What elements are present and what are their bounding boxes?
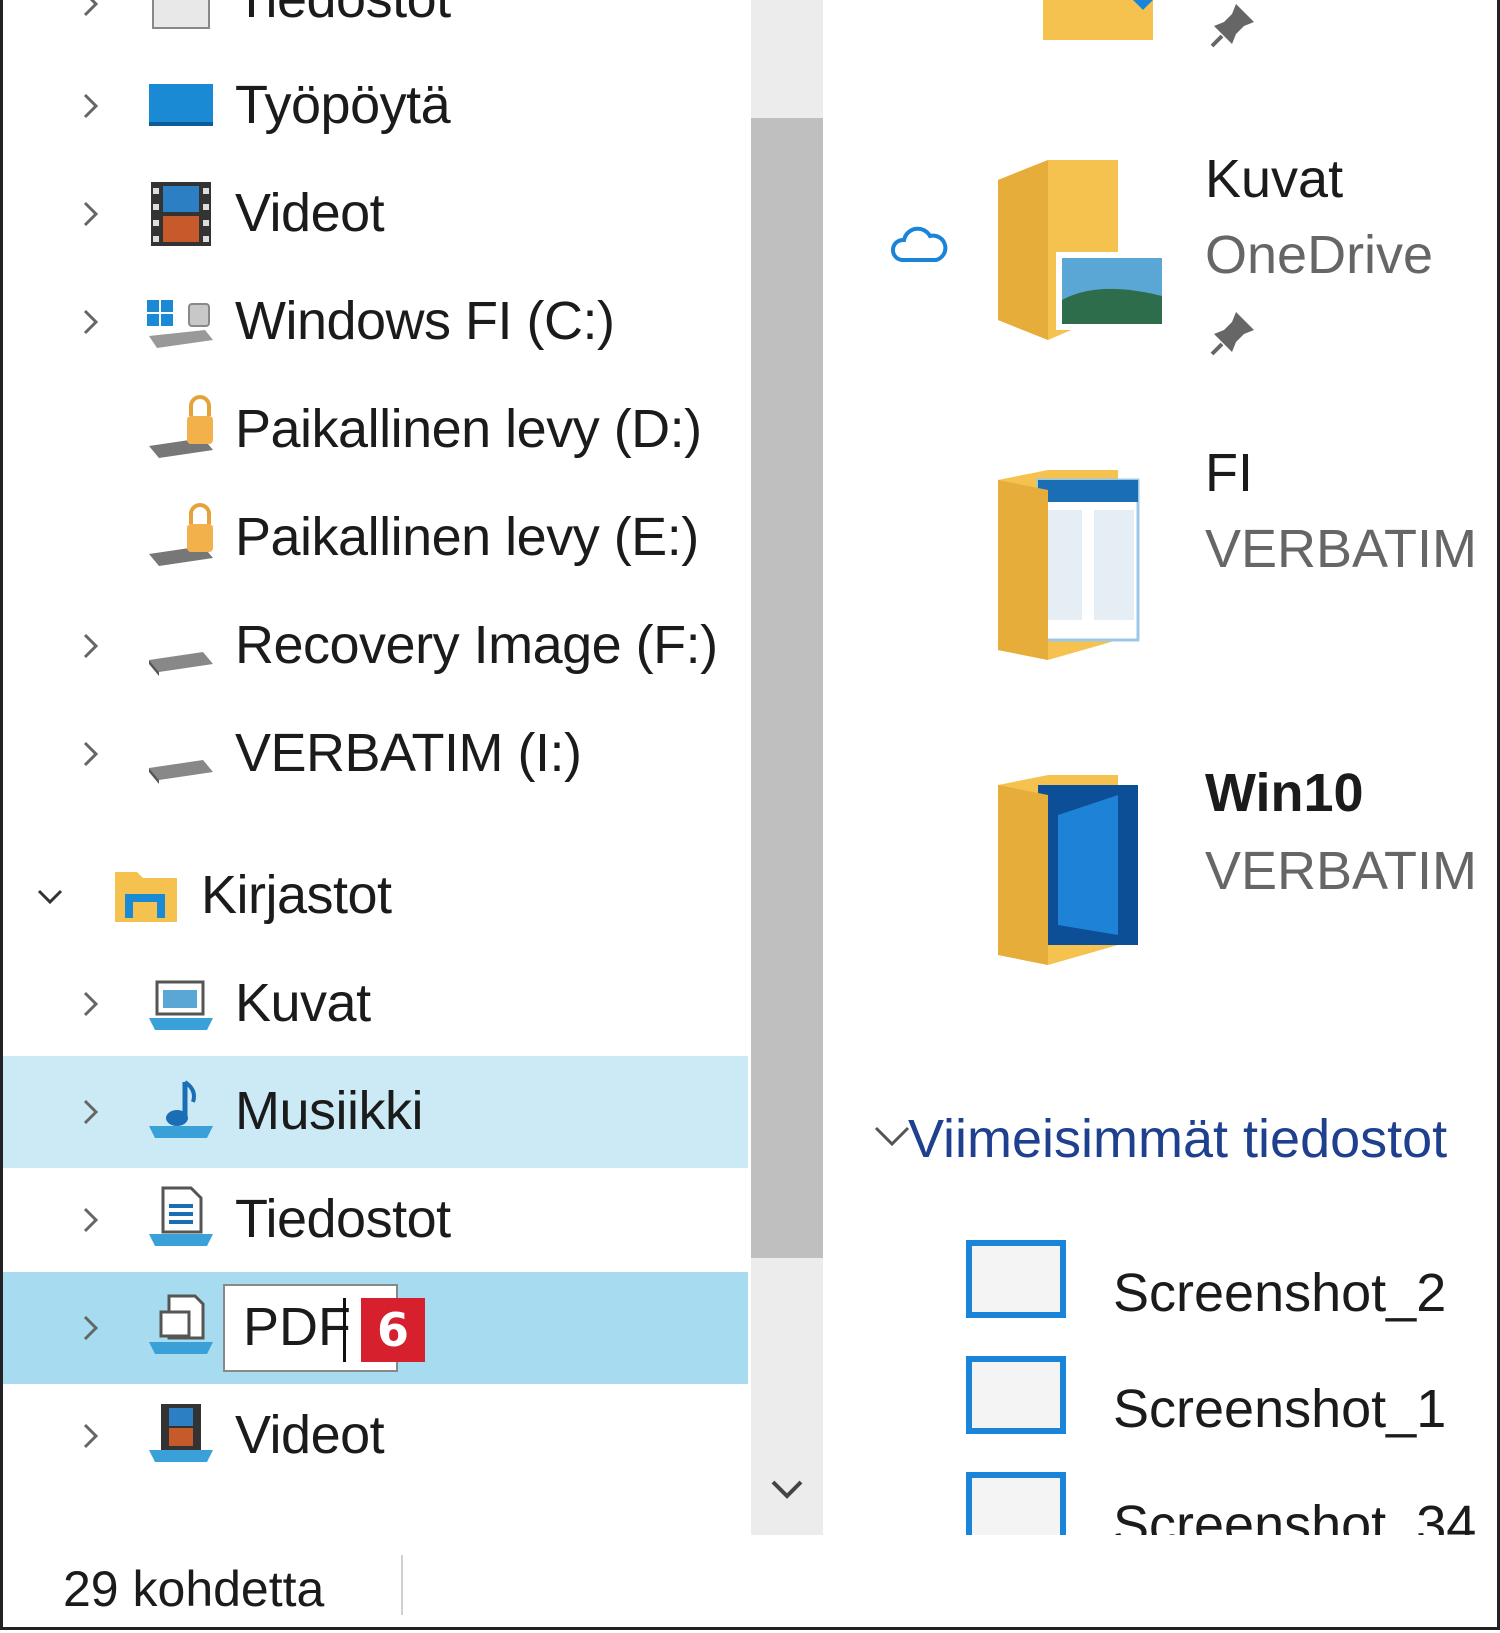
scroll-down-arrow-icon[interactable] bbox=[767, 1470, 807, 1510]
documents-folder-icon bbox=[152, 0, 210, 29]
nav-item-drive-c[interactable]: Windows FI (C:) bbox=[3, 266, 748, 378]
chevron-right-icon[interactable] bbox=[75, 1313, 105, 1343]
step-badge: 6 bbox=[361, 1298, 425, 1362]
pictures-folder-icon bbox=[998, 160, 1168, 340]
chevron-right-icon[interactable] bbox=[75, 989, 105, 1019]
nav-item-videos[interactable]: Videot bbox=[3, 158, 748, 270]
tile-subtitle: OneDrive bbox=[1205, 225, 1434, 285]
text-caret bbox=[343, 1298, 346, 1362]
onedrive-cloud-icon bbox=[891, 226, 948, 262]
nav-item-desktop[interactable]: Työpöytä bbox=[3, 50, 748, 162]
nav-item-label: Tiedostot bbox=[235, 1189, 451, 1249]
nav-item-drive-f[interactable]: Recovery Image (F:) bbox=[3, 590, 748, 702]
nav-item-drive-d[interactable]: Paikallinen levy (D:) bbox=[3, 374, 748, 486]
libraries-folder-icon bbox=[115, 872, 177, 922]
folder-with-screenshots-icon bbox=[998, 470, 1140, 660]
chevron-right-icon[interactable] bbox=[75, 199, 105, 229]
rename-input-value: PDF bbox=[243, 1297, 351, 1357]
nav-scrollbar[interactable] bbox=[751, 0, 823, 1535]
chevron-right-icon[interactable] bbox=[75, 307, 105, 337]
pin-icon[interactable] bbox=[1208, 0, 1260, 50]
scrollbar-thumb[interactable] bbox=[751, 118, 823, 1258]
nav-item-label: Videot bbox=[235, 1405, 385, 1465]
nav-item-drive-e[interactable]: Paikallinen levy (E:) bbox=[3, 482, 748, 594]
recent-file-name: Screenshot_1 bbox=[1113, 1379, 1447, 1439]
navigation-pane[interactable]: Tiedostot Työpöytä bbox=[3, 0, 751, 1535]
tile-subtitle: VERBATIM bbox=[1205, 519, 1478, 579]
nav-item-label: Kirjastot bbox=[201, 865, 392, 925]
nav-item-libraries[interactable]: Kirjastot bbox=[3, 840, 748, 952]
file-explorer-window: Tiedostot Työpöytä bbox=[0, 0, 1500, 1630]
folder-with-wallpaper-icon bbox=[998, 775, 1138, 965]
chevron-right-icon[interactable] bbox=[75, 91, 105, 121]
status-item-count: 29 kohdetta bbox=[63, 1561, 325, 1617]
screenshot-thumbnail-icon bbox=[966, 1472, 1066, 1535]
chevron-down-icon[interactable] bbox=[35, 881, 65, 911]
drive-icon bbox=[149, 652, 213, 676]
music-library-icon bbox=[149, 1080, 213, 1138]
nav-item-label: Recovery Image (F:) bbox=[235, 615, 718, 675]
nav-item-label: Musiikki bbox=[235, 1081, 424, 1141]
screenshot-thumbnail-icon bbox=[966, 1356, 1066, 1434]
recent-file-name: Screenshot_2 bbox=[1113, 1263, 1447, 1323]
nav-item-pdf[interactable]: PDF 6 bbox=[3, 1272, 748, 1384]
nav-item-videos-library[interactable]: Videot bbox=[3, 1380, 748, 1492]
documents-library-icon bbox=[149, 1186, 213, 1246]
recent-file-name: Screenshot_34 bbox=[1113, 1495, 1477, 1535]
chevron-right-icon[interactable] bbox=[75, 0, 105, 19]
recent-files-heading[interactable]: Viimeisimmät tiedostot bbox=[908, 1108, 1447, 1170]
status-divider bbox=[401, 1555, 403, 1615]
pin-icon[interactable] bbox=[1208, 306, 1260, 358]
tile-subtitle: VERBATIM bbox=[1205, 841, 1478, 901]
nav-item-drive-i[interactable]: VERBATIM (I:) bbox=[3, 698, 748, 810]
screenshot-thumbnail-icon bbox=[966, 1240, 1066, 1318]
chevron-right-icon[interactable] bbox=[75, 1097, 105, 1127]
chevron-right-icon[interactable] bbox=[75, 739, 105, 769]
locked-drive-icon bbox=[149, 503, 213, 566]
nav-item-label: Paikallinen levy (D:) bbox=[235, 399, 702, 459]
content-pane[interactable]: Kuvat OneDrive FI VERBATIM Win10 VERBATI… bbox=[838, 0, 1497, 1535]
folder-icon bbox=[1043, 0, 1153, 40]
nav-item-label: Kuvat bbox=[235, 973, 371, 1033]
tile-title: FI bbox=[1205, 443, 1253, 503]
nav-item-documents[interactable]: Tiedostot bbox=[3, 1164, 748, 1276]
chevron-right-icon[interactable] bbox=[75, 1205, 105, 1235]
nav-item-label: Tiedostot bbox=[235, 0, 451, 30]
chevron-right-icon[interactable] bbox=[75, 631, 105, 661]
desktop-icon bbox=[149, 84, 213, 126]
nav-item-label: VERBATIM (I:) bbox=[235, 723, 582, 783]
nav-item-pictures[interactable]: Kuvat bbox=[3, 948, 748, 1060]
tile-title: Win10 bbox=[1205, 763, 1364, 823]
chevron-down-icon[interactable] bbox=[872, 1122, 912, 1152]
nav-item-label: Windows FI (C:) bbox=[235, 291, 615, 351]
videos-library-icon bbox=[149, 1404, 213, 1462]
library-icon bbox=[149, 1294, 213, 1354]
film-icon bbox=[151, 182, 211, 246]
windows-drive-icon bbox=[147, 300, 213, 348]
drive-icon bbox=[149, 760, 213, 784]
nav-item-label: Videot bbox=[235, 183, 385, 243]
nav-item-music[interactable]: Musiikki bbox=[3, 1056, 748, 1168]
locked-drive-icon bbox=[149, 395, 213, 458]
pictures-library-icon bbox=[149, 980, 213, 1030]
tile-title: Kuvat bbox=[1205, 149, 1344, 209]
nav-item-label: Työpöytä bbox=[235, 75, 451, 135]
chevron-right-icon[interactable] bbox=[75, 1421, 105, 1451]
nav-item-label: Paikallinen levy (E:) bbox=[235, 507, 699, 567]
